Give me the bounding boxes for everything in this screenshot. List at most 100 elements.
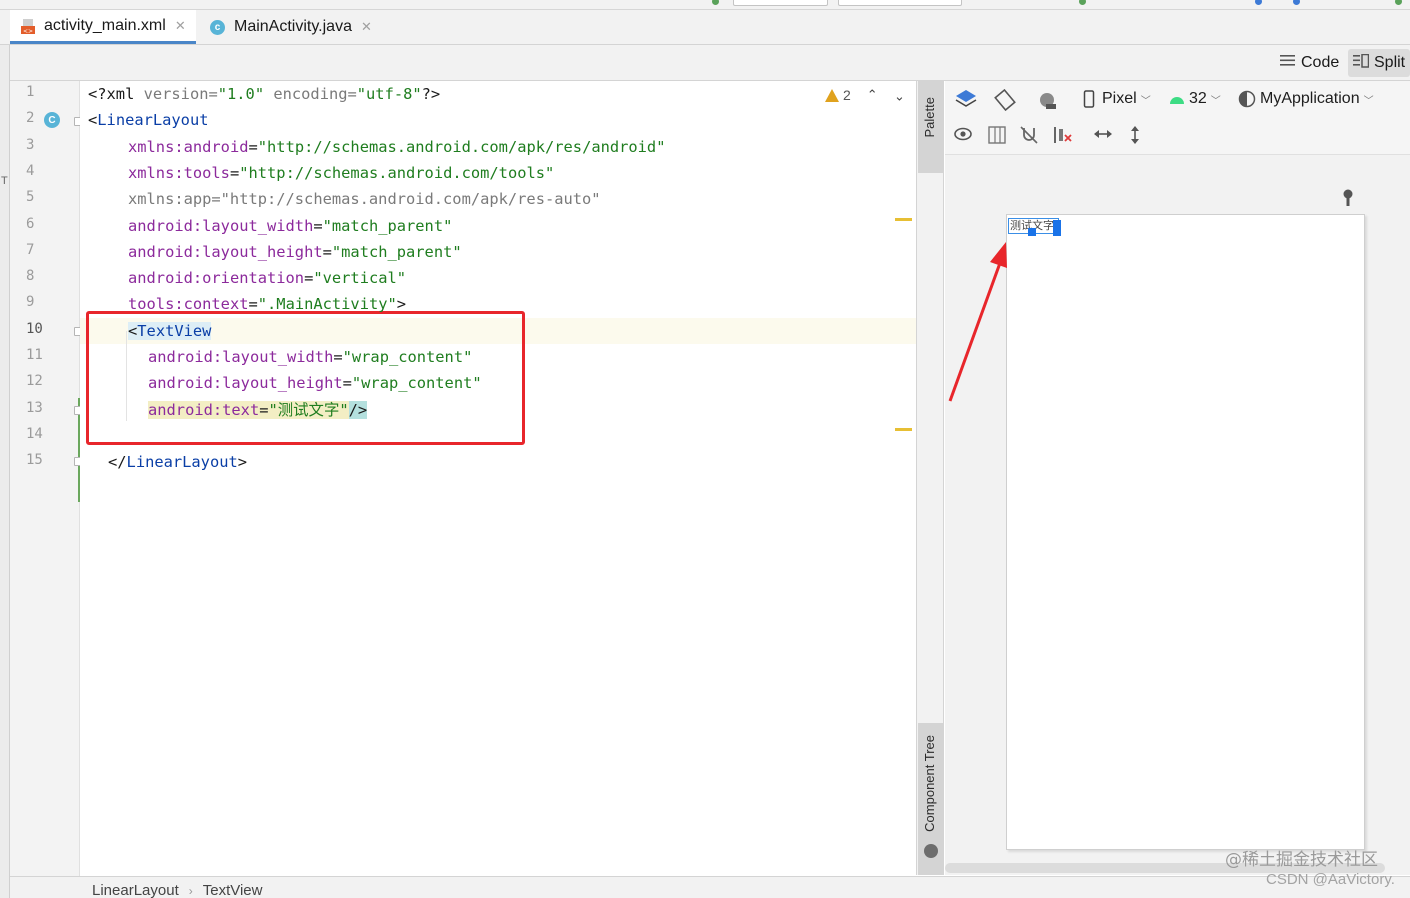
class-gutter-icon[interactable]: C xyxy=(44,112,60,128)
magnet-off-icon[interactable] xyxy=(1019,125,1039,145)
code-token: = xyxy=(333,348,343,366)
theme-selector[interactable]: MyApplication ﹀ xyxy=(1238,90,1374,108)
code-token: "wrap_content" xyxy=(342,348,473,366)
toolbar-icon[interactable] xyxy=(1395,0,1402,5)
design-side-strip: Palette Component Tree xyxy=(916,81,944,875)
sync-icon[interactable] xyxy=(1079,0,1086,5)
code-token: android: xyxy=(128,216,203,235)
tab-label: activity_main.xml xyxy=(44,16,166,34)
watermark-juejin: @稀土掘金技术社区 xyxy=(1225,850,1378,870)
chevron-right-icon: › xyxy=(188,883,193,898)
night-mode-icon[interactable] xyxy=(1036,90,1058,112)
code-token: = xyxy=(248,295,258,314)
close-icon[interactable]: ✕ xyxy=(175,18,186,34)
device-dropdown[interactable] xyxy=(838,0,962,6)
code-line[interactable]: <?xml version="1.0" encoding="utf-8"?> xyxy=(88,81,440,107)
code-token: xmlns:app="http://schemas.android.com/ap… xyxy=(128,190,601,209)
svg-text:<>: <> xyxy=(23,28,33,34)
toolbar-icon[interactable] xyxy=(1255,0,1262,5)
tab-activity-main-xml[interactable]: <> activity_main.xml ✕ xyxy=(10,10,196,44)
chevron-down-icon[interactable]: ⌃ xyxy=(894,87,905,103)
component-tree-tab[interactable]: Component Tree xyxy=(918,723,944,875)
code-token: = xyxy=(229,163,240,182)
split-mode-label: Split xyxy=(1374,54,1406,71)
clear-constraints-icon[interactable] xyxy=(1053,126,1073,144)
code-token: layout_width xyxy=(222,348,334,366)
line-number: 8 xyxy=(26,268,35,285)
run-config-dropdown[interactable] xyxy=(733,0,828,6)
blueprint-icon[interactable] xyxy=(988,126,1006,144)
code-mode-button[interactable]: Code xyxy=(1275,49,1344,77)
eye-icon[interactable] xyxy=(954,126,974,142)
code-token: "http://schemas.android.com/tools" xyxy=(239,163,555,182)
code-token: = xyxy=(342,374,352,393)
code-token: orientation xyxy=(202,269,305,288)
code-line[interactable]: tools:context=".MainActivity"> xyxy=(128,291,406,317)
line-number: 5 xyxy=(26,189,35,206)
code-token: android: xyxy=(128,242,203,261)
line-number: 10 xyxy=(26,320,43,337)
code-editor[interactable]: 2 ⌃ ⌃ <?xml version="1.0" encoding="utf-… xyxy=(80,81,916,876)
code-token: text xyxy=(222,400,260,419)
code-line[interactable]: android:layout_height="wrap_content" xyxy=(148,370,482,396)
warning-count: 2 xyxy=(843,87,851,103)
code-token: "utf-8" xyxy=(356,85,422,103)
code-line[interactable]: xmlns:android="http://schemas.android.co… xyxy=(128,134,665,160)
tab-mainactivity-java[interactable]: c MainActivity.java ✕ xyxy=(200,10,382,44)
api-level-selector[interactable]: 32 ﹀ xyxy=(1169,90,1221,108)
expand-horizontal-icon[interactable] xyxy=(1093,127,1113,141)
theme-label: MyApplication xyxy=(1260,90,1360,107)
strip-label: T xyxy=(1,175,8,187)
code-token: android: xyxy=(148,400,223,419)
watermark-csdn: CSDN @AaVictory. xyxy=(1266,871,1395,888)
resize-handle[interactable] xyxy=(1053,220,1061,228)
close-icon[interactable]: ✕ xyxy=(361,19,372,35)
chevron-up-icon[interactable]: ⌃ xyxy=(867,87,878,103)
resize-handle[interactable] xyxy=(1053,228,1061,236)
code-line[interactable]: android:text="测试文字"/> xyxy=(148,397,368,423)
code-line[interactable]: <TextView xyxy=(128,318,212,344)
code-line[interactable]: </LinearLayout> xyxy=(108,449,247,475)
orientation-icon[interactable] xyxy=(994,89,1016,111)
inspection-widget[interactable]: 2 ⌃ ⌃ xyxy=(825,87,905,103)
code-token: </ xyxy=(108,453,127,472)
api-level-label: 32 xyxy=(1189,90,1207,107)
view-mode-bar: Code Split xyxy=(10,45,1410,81)
run-status-icon xyxy=(712,0,719,5)
code-token: encoding= xyxy=(264,85,357,103)
design-canvas[interactable]: 测试文字 xyxy=(945,155,1410,875)
code-line[interactable]: android:orientation="vertical" xyxy=(128,265,406,291)
code-line[interactable]: android:layout_width="match_parent" xyxy=(128,213,452,239)
split-view-icon xyxy=(1353,53,1370,73)
breadcrumb-item-textview[interactable]: TextView xyxy=(203,882,263,898)
code-line[interactable]: <LinearLayout xyxy=(88,107,208,133)
line-number: 3 xyxy=(26,136,35,153)
line-number: 4 xyxy=(26,162,35,179)
wrench-icon[interactable] xyxy=(1342,189,1354,211)
device-selector[interactable]: Pixel ﹀ xyxy=(1083,90,1151,108)
split-mode-button[interactable]: Split xyxy=(1348,49,1410,77)
expand-vertical-icon[interactable] xyxy=(1129,125,1141,145)
palette-tab[interactable]: Palette xyxy=(918,81,944,173)
code-token: layout_height xyxy=(202,242,323,261)
toolbar-icon[interactable] xyxy=(1293,0,1300,5)
code-token: = xyxy=(248,137,258,156)
globe-icon xyxy=(924,844,938,858)
code-line[interactable]: xmlns:app="http://schemas.android.com/ap… xyxy=(128,186,601,212)
code-line[interactable]: android:layout_height="match_parent" xyxy=(128,239,462,265)
resize-handle[interactable] xyxy=(1028,228,1036,236)
warning-stripe[interactable] xyxy=(895,218,912,221)
code-line[interactable]: xmlns:tools="http://schemas.android.com/… xyxy=(128,160,554,186)
code-token: android: xyxy=(128,269,203,288)
code-token: ?> xyxy=(421,85,441,103)
code-line[interactable]: android:layout_width="wrap_content" xyxy=(148,344,472,370)
layers-icon[interactable] xyxy=(955,88,977,110)
code-token: = xyxy=(259,400,269,419)
breadcrumb-item-linearlayout[interactable]: LinearLayout xyxy=(92,882,179,898)
warning-stripe[interactable] xyxy=(895,428,912,431)
line-number: 2 xyxy=(26,110,35,127)
code-token: > xyxy=(396,295,407,314)
line-number: 12 xyxy=(26,373,43,390)
code-token: /> xyxy=(348,400,368,419)
device-preview[interactable]: 测试文字 xyxy=(1006,214,1365,850)
